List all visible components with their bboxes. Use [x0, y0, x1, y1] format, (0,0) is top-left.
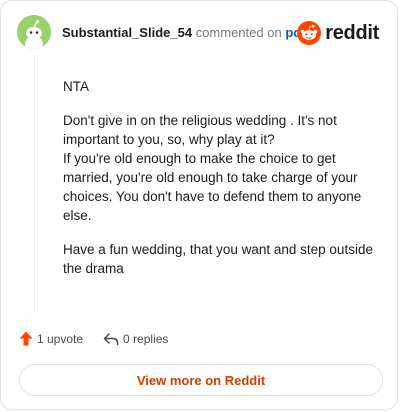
user-avatar[interactable] — [17, 15, 51, 49]
comment-paragraph: Have a fun wedding, that you want and st… — [63, 242, 373, 276]
commented-on-text: commented on — [195, 25, 282, 40]
reddit-wordmark: reddit — [325, 22, 379, 44]
upvote-count: 1 upvote — [37, 331, 84, 346]
thread-line — [34, 55, 35, 311]
reddit-logo[interactable]: reddit — [297, 21, 379, 45]
view-more-button[interactable]: View more on Reddit — [19, 364, 383, 396]
reply-arrow-icon — [103, 332, 119, 345]
reddit-logo-icon — [297, 21, 322, 45]
snoo-avatar-icon — [17, 15, 51, 49]
comment-embed-card: Substantial_Slide_54 commented on post r… — [0, 0, 398, 410]
comment-paragraph: Don't give in on the religious wedding .… — [63, 113, 362, 223]
comment-header: Substantial_Slide_54 commented on post — [62, 25, 313, 41]
upvote-button[interactable]: 1 upvote — [19, 331, 83, 346]
comment-paragraph: NTA — [63, 79, 89, 94]
comment-body: NTA Don't give in on the religious weddi… — [63, 77, 383, 293]
upvote-arrow-icon — [19, 331, 33, 346]
username[interactable]: Substantial_Slide_54 — [62, 25, 192, 40]
replies-count: 0 replies — [123, 331, 169, 346]
replies-button[interactable]: 0 replies — [103, 332, 168, 346]
comment-actions: 1 upvote 0 replies — [19, 331, 168, 346]
